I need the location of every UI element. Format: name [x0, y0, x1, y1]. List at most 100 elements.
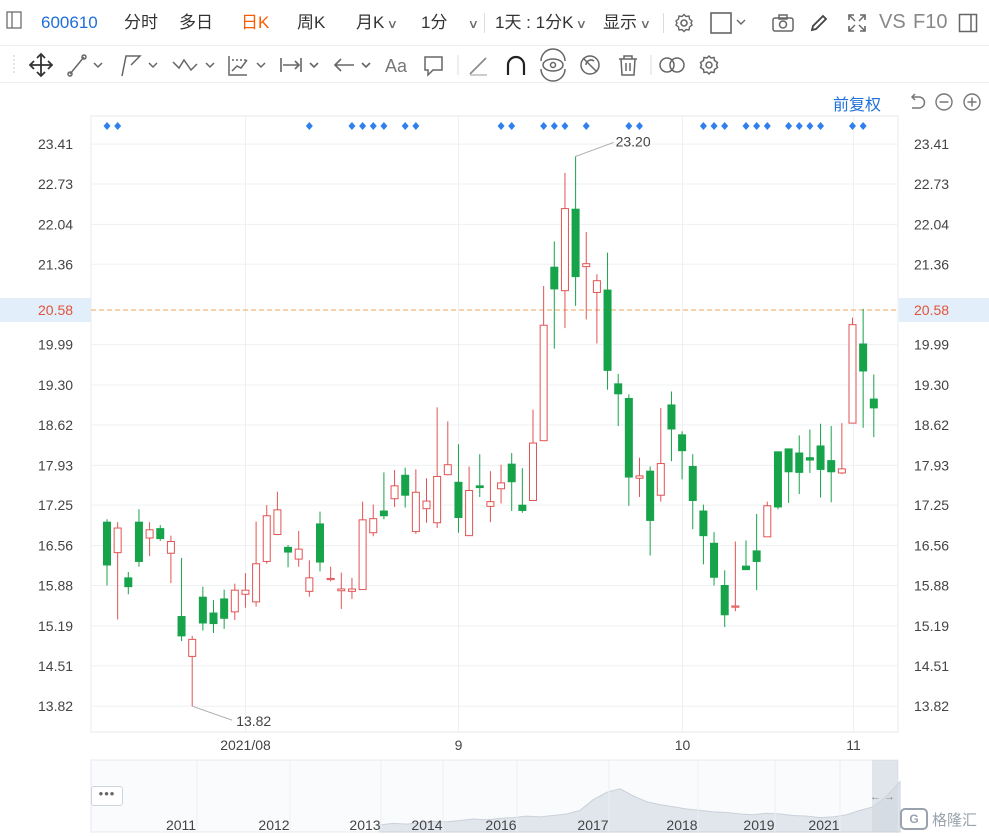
candle[interactable] [560, 172, 569, 329]
candle[interactable] [763, 501, 772, 538]
wave-icon[interactable] [172, 58, 215, 72]
pencil-icon[interactable] [807, 12, 831, 34]
event-marker[interactable] [753, 122, 761, 130]
reset-icon[interactable] [907, 92, 927, 117]
line-icon[interactable] [67, 54, 103, 77]
candle[interactable] [635, 457, 644, 497]
display-select[interactable]: 显示 ∨ [603, 11, 651, 35]
candle[interactable] [220, 589, 229, 629]
candle[interactable] [369, 504, 378, 537]
candle[interactable] [507, 453, 516, 512]
candle[interactable] [262, 505, 271, 564]
settings-icon[interactable] [672, 12, 696, 34]
candle[interactable] [230, 583, 239, 621]
event-marker[interactable] [561, 122, 569, 130]
candle[interactable] [731, 541, 740, 612]
candle[interactable] [603, 252, 612, 390]
event-marker[interactable] [859, 122, 867, 130]
candle[interactable] [497, 464, 506, 504]
event-marker[interactable] [550, 122, 558, 130]
compare-icon[interactable] [659, 57, 685, 73]
stock-code[interactable]: 600610 [41, 11, 98, 35]
candle[interactable] [316, 511, 324, 572]
event-marker[interactable] [625, 122, 633, 130]
candle[interactable] [156, 525, 165, 541]
candle[interactable] [326, 566, 335, 582]
more-options-button[interactable]: ••• [91, 786, 123, 806]
candle[interactable] [145, 522, 154, 557]
event-marker[interactable] [742, 122, 750, 130]
adjust-select[interactable]: 前复权 [833, 91, 881, 115]
candle[interactable] [124, 571, 133, 595]
vs-button[interactable]: VS [879, 10, 906, 34]
candle[interactable] [571, 156, 580, 306]
magnet-icon[interactable] [506, 55, 526, 75]
candle[interactable] [113, 522, 122, 620]
candle[interactable] [390, 470, 399, 507]
candle[interactable] [720, 570, 729, 628]
candle[interactable] [347, 577, 356, 599]
event-marker[interactable] [710, 122, 718, 130]
panel-icon[interactable] [957, 12, 979, 34]
settings-icon[interactable] [699, 54, 719, 76]
chart-tool-icon[interactable] [228, 56, 266, 76]
comment-icon[interactable] [424, 56, 443, 77]
candle[interactable] [582, 232, 591, 320]
candle[interactable] [411, 469, 420, 534]
candle[interactable] [454, 444, 463, 533]
candle[interactable] [827, 426, 836, 503]
candle[interactable] [646, 466, 655, 556]
hide-icon[interactable] [580, 55, 600, 75]
event-marker[interactable] [806, 122, 814, 130]
candle[interactable] [294, 530, 303, 567]
candle[interactable] [305, 560, 314, 597]
range-icon[interactable] [280, 58, 319, 72]
candle[interactable] [742, 540, 750, 571]
candle[interactable] [103, 519, 111, 586]
candle[interactable] [550, 241, 559, 349]
candle[interactable] [784, 448, 793, 503]
candle[interactable] [337, 572, 346, 609]
candle[interactable] [539, 285, 548, 442]
eye-link-icon[interactable] [540, 48, 566, 82]
candle[interactable] [188, 635, 197, 707]
candle[interactable] [752, 513, 761, 591]
text-icon[interactable]: Aa [385, 56, 408, 76]
candle[interactable] [379, 472, 388, 520]
event-marker[interactable] [305, 122, 313, 130]
candle[interactable] [805, 429, 814, 473]
candle[interactable] [465, 466, 474, 537]
candle[interactable] [859, 308, 868, 428]
candle[interactable] [177, 557, 186, 642]
tab-zhouk[interactable]: 周K [297, 11, 325, 35]
event-marker[interactable] [401, 122, 409, 130]
sidebar-toggle-icon[interactable] [6, 11, 22, 35]
candle[interactable] [284, 545, 293, 568]
pencil-icon[interactable] [469, 57, 487, 76]
fullscreen-icon[interactable] [845, 12, 869, 34]
event-marker[interactable] [763, 122, 771, 130]
candle[interactable] [592, 274, 601, 344]
candle[interactable] [433, 407, 442, 529]
event-marker[interactable] [699, 122, 707, 130]
candle[interactable] [486, 471, 495, 523]
candle[interactable] [667, 391, 676, 462]
event-marker[interactable] [114, 122, 122, 130]
zoom-out-icon[interactable] [934, 92, 954, 117]
event-marker[interactable] [795, 122, 803, 130]
candle[interactable] [273, 491, 282, 536]
candle[interactable] [401, 467, 410, 508]
camera-icon[interactable] [771, 12, 795, 34]
event-marker[interactable] [817, 122, 825, 130]
candle[interactable] [475, 454, 484, 497]
event-marker[interactable] [721, 122, 729, 130]
candle[interactable] [198, 586, 207, 631]
event-marker[interactable] [359, 122, 367, 130]
event-marker[interactable] [636, 122, 643, 130]
candle[interactable] [848, 317, 857, 424]
event-marker[interactable] [497, 122, 505, 130]
event-marker[interactable] [380, 122, 388, 130]
event-marker[interactable] [348, 122, 356, 130]
candle[interactable] [252, 521, 261, 607]
candle[interactable] [656, 407, 665, 502]
